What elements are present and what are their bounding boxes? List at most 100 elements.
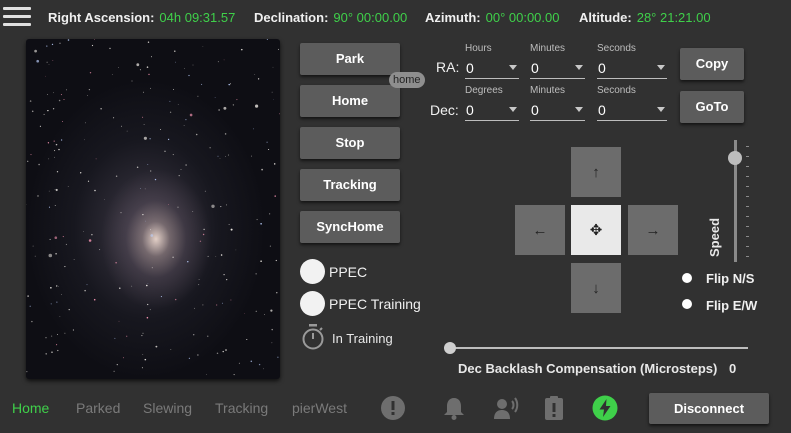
dec-degrees-select[interactable]: Degrees 0 — [465, 85, 519, 123]
star — [72, 329, 74, 331]
star — [211, 204, 215, 208]
top-bar: Right Ascension: 04h 09:31.57 Declination… — [0, 0, 791, 34]
star — [64, 266, 66, 268]
star — [26, 371, 28, 373]
star — [169, 100, 171, 102]
star — [83, 230, 84, 232]
power-bolt-icon[interactable] — [592, 395, 618, 421]
speed-tick — [746, 206, 749, 207]
star — [29, 305, 31, 307]
bell-icon[interactable] — [441, 395, 467, 421]
backlash-slider-track[interactable] — [450, 347, 748, 349]
home-button[interactable]: Home — [300, 85, 400, 117]
star — [214, 97, 216, 99]
star — [174, 298, 177, 301]
star — [147, 164, 149, 165]
timer-icon — [302, 324, 324, 350]
star — [91, 44, 94, 47]
tracking-button[interactable]: Tracking — [300, 169, 400, 201]
star — [202, 304, 204, 306]
move-center-button[interactable]: ✥ — [571, 205, 621, 255]
move-icon: ✥ — [589, 222, 603, 239]
star — [189, 113, 193, 117]
star — [204, 190, 206, 192]
move-north-button[interactable]: ↑ — [571, 147, 621, 197]
star — [197, 95, 199, 97]
alert-icon[interactable] — [380, 395, 406, 421]
voice-icon[interactable] — [493, 395, 519, 421]
home-tooltip: home — [389, 72, 425, 88]
star — [88, 88, 91, 91]
star — [59, 42, 61, 45]
star — [61, 121, 63, 123]
dec-minutes-select[interactable]: Minutes 0 — [530, 85, 585, 123]
flip-ew-radio[interactable] — [682, 299, 692, 309]
clipboard-alert-icon[interactable] — [541, 395, 567, 421]
star — [207, 335, 209, 337]
ppec-label: PPEC — [329, 264, 368, 280]
star — [202, 45, 204, 47]
star — [56, 171, 59, 173]
star — [255, 273, 257, 275]
ppec-training-toggle[interactable] — [300, 291, 325, 316]
star — [85, 122, 87, 124]
stop-button[interactable]: Stop — [300, 127, 400, 159]
speed-tick — [746, 196, 749, 197]
star — [142, 354, 144, 355]
star — [241, 48, 243, 51]
ppec-training-label: PPEC Training — [329, 296, 421, 312]
ra-seconds-select[interactable]: Seconds 0 — [597, 43, 667, 81]
flip-ns-radio[interactable] — [682, 273, 692, 283]
star — [121, 125, 122, 127]
star — [226, 279, 228, 281]
star — [183, 125, 185, 126]
star — [167, 138, 170, 141]
star — [55, 143, 58, 146]
park-button[interactable]: Park — [300, 43, 400, 75]
star — [147, 282, 149, 284]
star — [47, 109, 49, 112]
star — [260, 260, 262, 262]
ra-minutes-select[interactable]: Minutes 0 — [530, 43, 585, 81]
speed-tick — [746, 186, 749, 187]
move-west-button[interactable]: ← — [515, 205, 565, 255]
ppec-toggle[interactable] — [300, 259, 325, 284]
star — [104, 199, 105, 200]
move-south-button[interactable]: ↓ — [571, 263, 621, 313]
star — [67, 186, 69, 187]
star — [275, 259, 277, 262]
speed-tick — [746, 256, 749, 257]
star — [225, 156, 227, 157]
synchome-button[interactable]: SyncHome — [300, 211, 400, 243]
dec-seconds-select[interactable]: Seconds 0 — [597, 85, 667, 123]
star — [223, 59, 225, 61]
speed-slider-thumb[interactable] — [728, 151, 742, 166]
star — [60, 94, 62, 96]
status-tracking: Tracking — [215, 400, 269, 416]
ra-hours-select[interactable]: Hours 0 — [465, 43, 519, 81]
disconnect-button[interactable]: Disconnect — [649, 393, 769, 424]
star — [271, 342, 273, 344]
star — [126, 130, 128, 132]
star — [27, 160, 29, 162]
star — [185, 118, 187, 121]
star — [67, 39, 70, 41]
copy-button[interactable]: Copy — [680, 48, 744, 80]
status-slewing: Slewing — [143, 400, 193, 416]
star — [126, 335, 128, 337]
star — [136, 63, 140, 67]
star — [120, 212, 122, 214]
star — [143, 136, 147, 140]
chevron-down-icon — [575, 65, 583, 70]
menu-icon[interactable] — [3, 7, 31, 27]
goto-button[interactable]: GoTo — [680, 91, 744, 123]
star — [86, 284, 88, 286]
move-east-button[interactable]: → — [628, 205, 678, 255]
backlash-slider-thumb[interactable] — [444, 342, 456, 354]
star — [34, 255, 36, 257]
star — [232, 104, 235, 106]
ra-value: 04h 09:31.57 — [159, 10, 236, 25]
star — [215, 256, 217, 258]
star — [53, 140, 55, 142]
chevron-down-icon — [509, 65, 517, 70]
